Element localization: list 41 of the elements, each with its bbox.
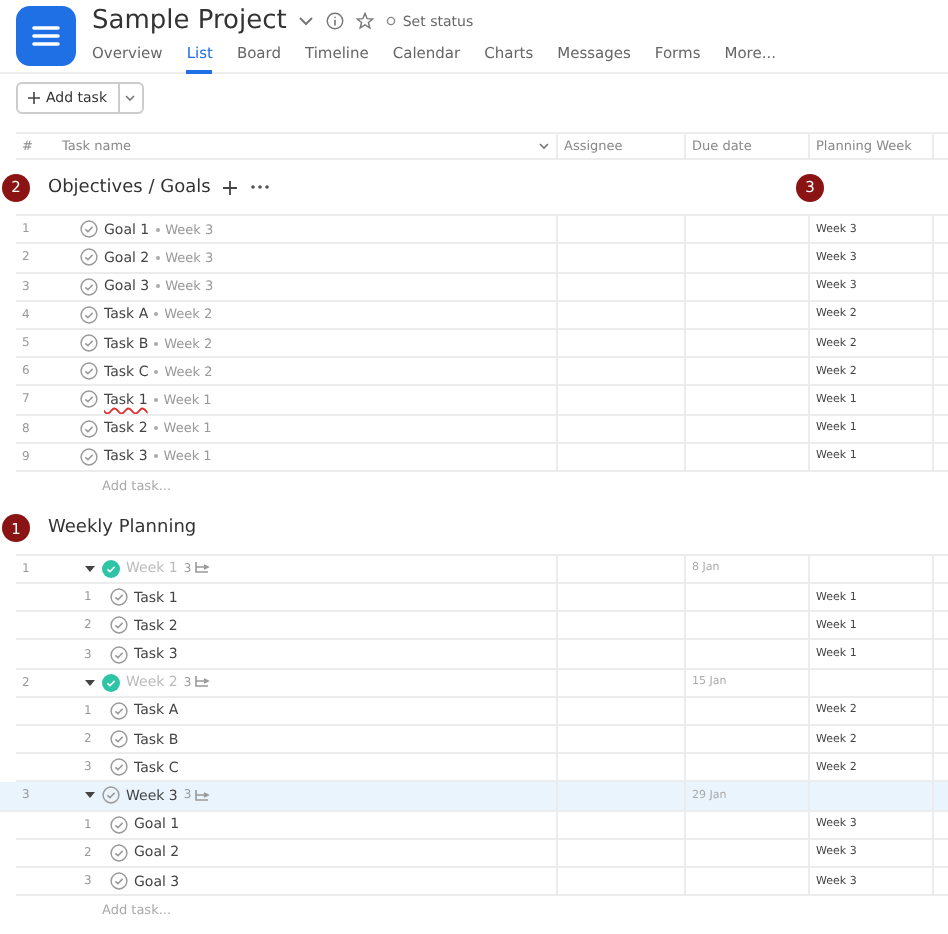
check-circle-icon[interactable]: [80, 362, 98, 381]
check-circle-icon[interactable]: [102, 786, 120, 805]
check-circle-icon[interactable]: [110, 730, 128, 749]
check-circle-icon[interactable]: [110, 645, 128, 664]
check-circle-icon[interactable]: [110, 616, 128, 635]
caret-icon[interactable]: [84, 563, 96, 574]
chevron-down-icon[interactable]: [298, 16, 315, 26]
check-circle-icon[interactable]: [80, 277, 98, 296]
caret-icon[interactable]: [84, 790, 96, 801]
add-task-dropdown-button[interactable]: [119, 82, 144, 114]
section-title: Weekly Planning: [48, 518, 197, 539]
check-circle-icon[interactable]: [110, 588, 128, 607]
subtask-icon: [193, 789, 210, 802]
project-logo-icon: [16, 6, 76, 66]
check-circle-icon[interactable]: [80, 419, 98, 438]
check-circle-icon[interactable]: [110, 843, 128, 862]
completed-check-icon[interactable]: [102, 673, 120, 692]
project-title: Sample Project: [92, 6, 287, 36]
check-circle-icon[interactable]: [110, 701, 128, 720]
check-circle-icon[interactable]: [80, 305, 98, 324]
check-circle-icon[interactable]: [80, 248, 98, 267]
status-circle-icon: [386, 16, 397, 26]
star-icon[interactable]: [356, 12, 375, 30]
check-circle-icon[interactable]: [80, 334, 98, 353]
plus-icon: [28, 92, 40, 104]
subtask-icon: [193, 562, 210, 575]
more-icon[interactable]: [250, 184, 271, 191]
check-circle-icon[interactable]: [80, 447, 98, 466]
chevron-down-icon: [124, 94, 137, 102]
check-circle-icon[interactable]: [110, 872, 128, 891]
chevron-down-icon[interactable]: [538, 142, 550, 151]
completed-check-icon[interactable]: [102, 559, 120, 578]
check-circle-icon[interactable]: [80, 220, 98, 239]
check-circle-icon[interactable]: [110, 815, 128, 834]
check-circle-icon[interactable]: [110, 758, 128, 777]
caret-icon[interactable]: [84, 677, 96, 688]
check-circle-icon[interactable]: [80, 390, 98, 409]
info-icon[interactable]: [326, 12, 345, 30]
section-title: Objectives / Goals: [48, 177, 211, 198]
subtask-icon: [193, 676, 210, 689]
add-icon[interactable]: [222, 179, 239, 196]
